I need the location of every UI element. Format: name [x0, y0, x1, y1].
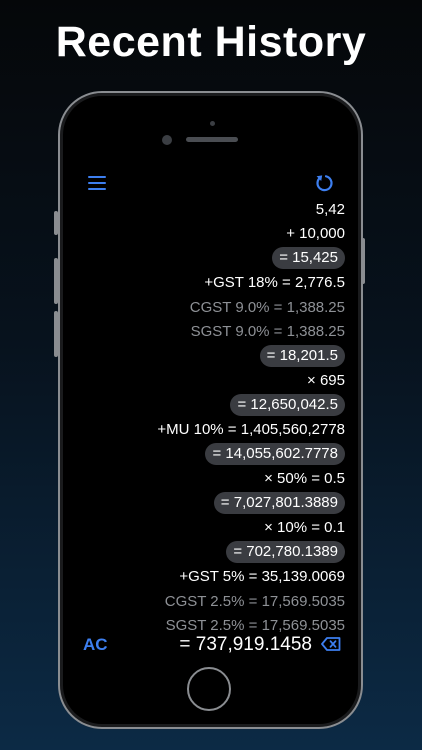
tape-subtotal[interactable]: = 7,027,801.3889 [213, 492, 345, 515]
mute-switch [54, 211, 58, 235]
tape-row: = 15,425 [67, 246, 345, 271]
tape-entry: SGST 9.0% = 1,388.25 [190, 323, 345, 341]
tape-row: × 50% = 0.5 [67, 467, 345, 492]
tape-entry: + 10,000 [286, 225, 345, 243]
tape-row: SGST 9.0% = 1,388.25 [67, 320, 345, 345]
undo-icon[interactable] [314, 173, 334, 193]
volume-down-button [54, 311, 58, 357]
calculation-tape: 5,42 + 10,000 = 15,425 +GST 18% = 2,776.5 CG… [67, 197, 345, 638]
tape-row: + 10,000 [67, 222, 345, 247]
all-clear-button[interactable]: AC [83, 635, 108, 655]
tape-row: CGST 2.5% = 17,569.5035 [67, 589, 345, 614]
current-result: = 737,919.1458 [179, 634, 312, 655]
tape-row: = 702,780.1389 [67, 540, 345, 565]
tape-entry: 5,42 [315, 200, 345, 218]
tape-subtotal[interactable]: = 14,055,602.7778 [205, 443, 345, 466]
power-button [361, 238, 365, 284]
backspace-icon[interactable] [321, 637, 341, 651]
tape-row: +MU 10% = 1,405,560,2778 [67, 418, 345, 443]
front-camera [162, 135, 172, 145]
tape-row: × 10% = 0.1 [67, 516, 345, 541]
tape-entry: × 50% = 0.5 [264, 470, 345, 488]
tape-row: = 14,055,602.7778 [67, 442, 345, 467]
tape-subtotal[interactable]: = 18,201.5 [259, 345, 345, 368]
tape-entry: +MU 10% = 1,405,560,2778 [157, 421, 345, 439]
hamburger-menu-icon[interactable] [88, 176, 106, 190]
tape-subtotal[interactable]: = 702,780.1389 [226, 541, 345, 564]
tape-row: +GST 5% = 35,139.0069 [67, 565, 345, 590]
tape-entry: +GST 5% = 35,139.0069 [179, 568, 345, 586]
tape-row: CGST 9.0% = 1,388.25 [67, 295, 345, 320]
tape-subtotal[interactable]: = 15,425 [272, 247, 345, 270]
proximity-sensor [210, 121, 215, 126]
tape-row: = 7,027,801.3889 [67, 491, 345, 516]
calculator-screen: 5,42 + 10,000 = 15,425 +GST 18% = 2,776.5 CG… [67, 165, 354, 661]
home-button[interactable] [187, 667, 231, 711]
volume-up-button [54, 258, 58, 304]
bottom-bar: AC = 737,919.1458 [67, 634, 354, 661]
tape-row: × 695 [67, 369, 345, 394]
phone-frame: 5,42 + 10,000 = 15,425 +GST 18% = 2,776.5 CG… [54, 91, 365, 729]
tape-entry: CGST 2.5% = 17,569.5035 [164, 592, 345, 610]
tape-entry: +GST 18% = 2,776.5 [204, 274, 345, 292]
tape-row: = 18,201.5 [67, 344, 345, 369]
tape-row: 5,42 [67, 197, 345, 222]
page-headline: Recent History [55, 18, 367, 66]
tape-entry: × 695 [307, 372, 345, 390]
tape-row: = 12,650,042.5 [67, 393, 345, 418]
tape-entry: CGST 9.0% = 1,388.25 [189, 298, 345, 316]
earpiece-speaker [186, 137, 238, 142]
tape-row: +GST 18% = 2,776.5 [67, 271, 345, 296]
tape-entry: × 10% = 0.1 [264, 519, 345, 537]
tape-entry: SGST 2.5% = 17,569.5035 [165, 617, 345, 635]
tape-subtotal[interactable]: = 12,650,042.5 [230, 394, 345, 417]
